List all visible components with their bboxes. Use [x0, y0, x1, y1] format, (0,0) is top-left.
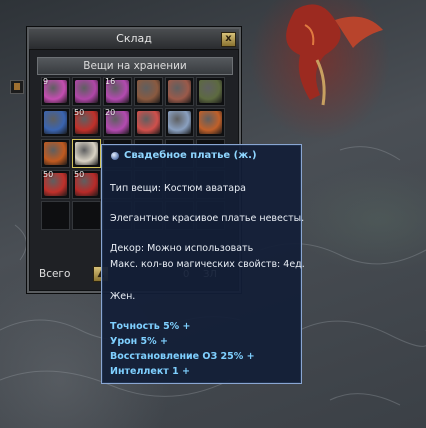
- red-dragon-creature: [286, 4, 383, 106]
- inventory-slot[interactable]: 50: [72, 170, 101, 199]
- gender-requirement: Жен.: [110, 291, 136, 302]
- inventory-slot[interactable]: 50: [72, 108, 101, 137]
- window-titlebar[interactable]: Склад: [29, 29, 239, 50]
- bead-chain-icon: [137, 80, 160, 103]
- close-button[interactable]: x: [221, 32, 236, 47]
- minimized-panel-marker[interactable]: [10, 80, 24, 94]
- inventory-slot[interactable]: [72, 77, 101, 106]
- inventory-slot[interactable]: [41, 201, 70, 230]
- inventory-slot[interactable]: [196, 108, 225, 137]
- inventory-slot[interactable]: [134, 108, 163, 137]
- inventory-slot[interactable]: [72, 139, 101, 168]
- item-quantity: 20: [105, 108, 116, 117]
- fire-card-icon: [44, 142, 67, 165]
- pink-rune-icon: [75, 80, 98, 103]
- item-quantity: 16: [105, 77, 116, 86]
- inventory-slot[interactable]: [165, 77, 194, 106]
- item-type: Тип вещи: Костюм аватара: [110, 183, 246, 194]
- inventory-slot[interactable]: [165, 108, 194, 137]
- inventory-slot[interactable]: 50: [41, 170, 70, 199]
- total-label: Всего: [39, 268, 71, 280]
- marker-icon: [14, 83, 20, 90]
- item-quantity: 50: [74, 170, 85, 179]
- inventory-slot[interactable]: 20: [103, 108, 132, 137]
- blue-scroll-icon: [44, 111, 67, 134]
- red-vial-icon: [137, 111, 160, 134]
- inventory-slot[interactable]: [196, 77, 225, 106]
- item-description: Элегантное красивое платье невесты.: [110, 213, 305, 224]
- inventory-slot[interactable]: [41, 139, 70, 168]
- inventory-slot[interactable]: 9: [41, 77, 70, 106]
- decor-info: Декор: Можно использовать: [110, 243, 254, 254]
- item-tooltip: Свадебное платье (ж.) Тип вещи: Костюм а…: [101, 144, 305, 384]
- staff-icon: [199, 80, 222, 103]
- item-grade-gem-icon: [111, 152, 119, 160]
- inventory-slot[interactable]: [134, 77, 163, 106]
- window-title: Склад: [116, 32, 152, 45]
- stored-items-header: Вещи на хранении: [37, 57, 233, 75]
- item-quantity: 50: [74, 108, 85, 117]
- item-quantity: 9: [43, 77, 49, 86]
- stat-intellect: Интеллект 1 +: [110, 366, 190, 377]
- stat-accuracy: Точность 5% +: [110, 321, 191, 332]
- bead-necklace-icon: [168, 80, 191, 103]
- ice-crystal-icon: [168, 111, 191, 134]
- inventory-slot[interactable]: 16: [103, 77, 132, 106]
- item-name: Свадебное платье (ж.): [124, 150, 257, 161]
- max-magic-properties: Макс. кол-во магических свойств: 4ед.: [110, 259, 305, 270]
- inventory-slot[interactable]: [72, 201, 101, 230]
- stat-damage: Урон 5% +: [110, 336, 168, 347]
- stat-hp-regen: Восстановление ОЗ 25% +: [110, 351, 255, 362]
- fire-card-icon: [199, 111, 222, 134]
- wedding-dress-icon: [75, 142, 98, 165]
- inventory-slot[interactable]: [41, 108, 70, 137]
- item-quantity: 50: [43, 170, 54, 179]
